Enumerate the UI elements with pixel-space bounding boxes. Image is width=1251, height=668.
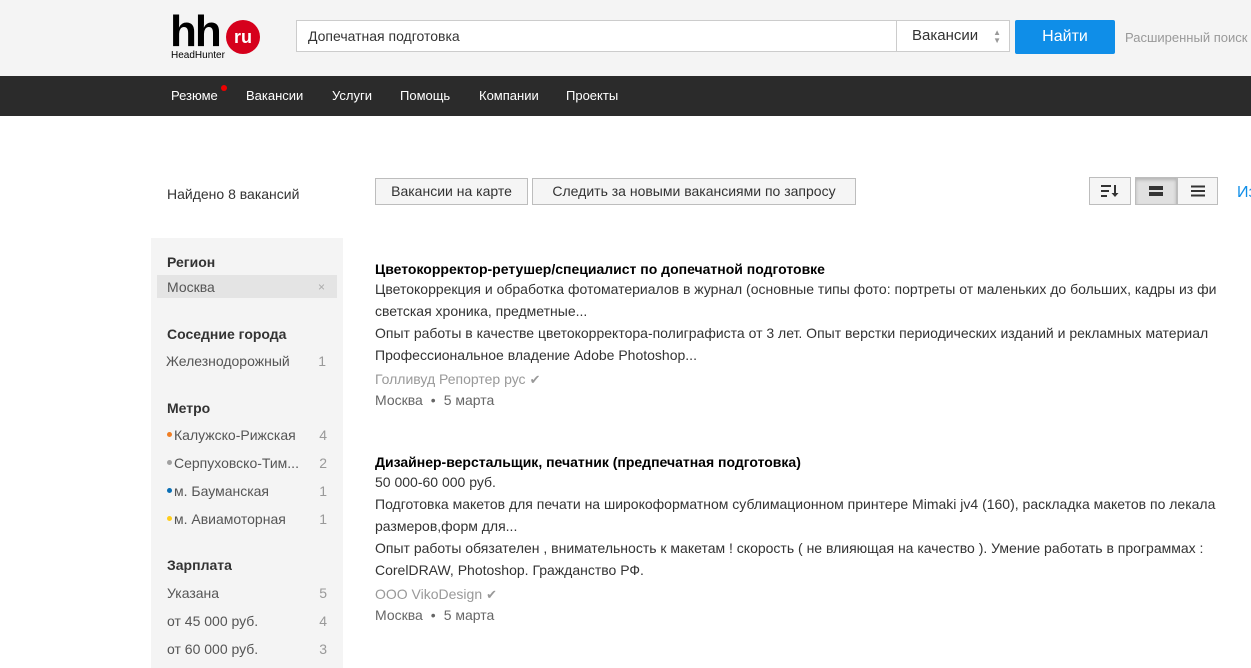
view-list-button[interactable] bbox=[1177, 177, 1218, 205]
filter-item[interactable]: Калужско-Рижская 4 bbox=[167, 426, 327, 444]
nav-item-services[interactable]: Услуги bbox=[332, 88, 372, 104]
filter-item-count: 1 bbox=[319, 511, 327, 527]
vacancy-snippet-line: Цветокоррекция и обработка фотоматериало… bbox=[375, 281, 1217, 297]
metro-line-dot-icon bbox=[167, 515, 172, 521]
logo-subtitle: HeadHunter bbox=[171, 50, 225, 61]
verified-check-icon: ✔ bbox=[529, 372, 541, 387]
vacancy-card: Цветокорректор-ретушер/специалист по доп… bbox=[375, 260, 1251, 409]
filter-item-label: Железнодорожный bbox=[166, 353, 290, 369]
filter-item-count: 5 bbox=[319, 585, 327, 601]
vacancy-card: Дизайнер-верстальщик, печатник (предпеча… bbox=[375, 453, 1251, 624]
metro-line-dot-icon bbox=[167, 459, 172, 465]
company-link[interactable]: ООО VikoDesign bbox=[375, 586, 482, 602]
filter-item-count: 4 bbox=[319, 427, 327, 443]
nav-item-vacancies[interactable]: Вакансии bbox=[246, 88, 303, 104]
filter-title-metro: Метро bbox=[167, 400, 211, 416]
view-list-icon bbox=[1190, 185, 1205, 197]
filter-item[interactable]: Указана 5 bbox=[167, 584, 327, 602]
search-type-select[interactable]: Вакансии ▲ ▼ bbox=[897, 20, 1010, 52]
vacancy-title[interactable]: Цветокорректор-ретушер/специалист по доп… bbox=[375, 260, 1251, 278]
filter-item[interactable]: Железнодорожный 1 bbox=[166, 352, 326, 370]
search-input[interactable]: Допечатная подготовка bbox=[296, 20, 897, 52]
notification-dot-icon bbox=[221, 85, 227, 91]
nav-item-help[interactable]: Помощь bbox=[400, 88, 450, 104]
top-bar: hh ru HeadHunter Допечатная подготовка В… bbox=[0, 0, 1251, 76]
filter-title-salary: Зарплата bbox=[167, 557, 232, 573]
filter-item-label: м. Бауманская bbox=[174, 483, 270, 499]
selected-region-label: Москва bbox=[167, 279, 215, 295]
meta-separator: • bbox=[430, 392, 436, 408]
vacancy-company: Голливуд Репортер рус ✔ bbox=[375, 370, 1251, 389]
logo-hh-text: hh bbox=[170, 7, 222, 56]
filter-item-label: от 60 000 руб. bbox=[167, 641, 259, 657]
nav-item-companies[interactable]: Компании bbox=[479, 88, 539, 104]
remove-icon[interactable]: × bbox=[318, 278, 325, 296]
meta-separator: • bbox=[430, 607, 436, 623]
vacancy-title[interactable]: Дизайнер-верстальщик, печатник (предпеча… bbox=[375, 453, 1251, 471]
vacancy-date: 5 марта bbox=[443, 392, 495, 408]
results-count: Найдено 8 вакансий bbox=[167, 186, 300, 202]
vacancy-meta: Москва • 5 марта bbox=[375, 391, 1251, 409]
vacancy-snippet-line: размеров,форм для... bbox=[375, 518, 518, 534]
nav-item-projects[interactable]: Проекты bbox=[566, 88, 618, 104]
vacancy-snippet-line: Опыт работы в качестве цветокорректора-п… bbox=[375, 325, 1209, 341]
vacancy-snippet-line: Профессиональное владение Adobe Photosho… bbox=[375, 347, 697, 363]
filter-item[interactable]: от 60 000 руб. 3 bbox=[167, 640, 327, 658]
search-type-value: Вакансии bbox=[912, 27, 979, 44]
select-arrows-icon: ▲ ▼ bbox=[993, 28, 1001, 45]
vacancy-company: ООО VikoDesign ✔ bbox=[375, 585, 1251, 604]
vacancy-snippet-line: Опыт работы обязателен , внимательность … bbox=[375, 540, 1204, 556]
vacancy-meta: Москва • 5 марта bbox=[375, 606, 1251, 624]
vacancy-snippet-line: светская хроника, предметные... bbox=[375, 303, 588, 319]
edge-link[interactable]: Из bbox=[1237, 184, 1251, 202]
selected-region[interactable]: Москва × bbox=[157, 275, 337, 298]
vacancy-city: Москва bbox=[375, 607, 423, 623]
metro-line-dot-icon bbox=[167, 431, 172, 437]
vacancy-city: Москва bbox=[375, 392, 423, 408]
headhunter-logo[interactable]: hh ru HeadHunter bbox=[170, 7, 265, 64]
vacancy-salary: 50 000-60 000 руб. bbox=[375, 474, 496, 490]
filter-item-count: 1 bbox=[318, 353, 326, 369]
vacancy-snippet-line: Подготовка макетов для печати на широкоф… bbox=[375, 496, 1216, 512]
filter-item-count: 2 bbox=[319, 455, 327, 471]
verified-check-icon: ✔ bbox=[486, 587, 498, 602]
sort-button[interactable] bbox=[1089, 177, 1131, 205]
company-link[interactable]: Голливуд Репортер рус bbox=[375, 371, 526, 387]
filter-item-count: 3 bbox=[319, 641, 327, 657]
filter-item-label: Серпуховско-Тим... bbox=[174, 455, 299, 471]
filter-item[interactable]: Серпуховско-Тим... 2 bbox=[167, 454, 327, 472]
filter-title-neighbors: Соседние города bbox=[167, 326, 287, 342]
logo-ru-badge: ru bbox=[226, 20, 260, 54]
view-full-button[interactable] bbox=[1135, 177, 1177, 205]
nav-item-resume[interactable]: Резюме bbox=[171, 88, 218, 104]
filter-item-label: Калужско-Рижская bbox=[174, 427, 296, 443]
filter-item-label: от 45 000 руб. bbox=[167, 613, 259, 629]
advanced-search-link[interactable]: Расширенный поиск bbox=[1125, 30, 1247, 46]
filter-item[interactable]: от 45 000 руб. 4 bbox=[167, 612, 327, 630]
filters-sidebar: Регион Москва × Соседние города Железнод… bbox=[151, 238, 343, 668]
metro-line-dot-icon bbox=[167, 487, 172, 493]
vacancies-on-map-button[interactable]: Вакансии на карте bbox=[375, 178, 528, 205]
filter-item-count: 4 bbox=[319, 613, 327, 629]
filter-item-label: Указана bbox=[167, 585, 220, 601]
follow-new-vacancies-button[interactable]: Следить за новыми вакансиями по запросу bbox=[532, 178, 856, 205]
sort-icon bbox=[1101, 185, 1119, 197]
find-button[interactable]: Найти bbox=[1015, 20, 1115, 54]
filter-item-label: м. Авиамоторная bbox=[174, 511, 286, 527]
view-cards-icon bbox=[1149, 186, 1163, 196]
filter-title-region: Регион bbox=[167, 254, 216, 270]
vacancy-date: 5 марта bbox=[443, 607, 495, 623]
filter-item[interactable]: м. Авиамоторная 1 bbox=[167, 510, 327, 528]
filter-item[interactable]: м. Бауманская 1 bbox=[167, 482, 327, 500]
vacancy-snippet-line: CorelDRAW, Photoshop. Гражданство РФ. bbox=[375, 562, 644, 578]
main-nav: Резюме Вакансии Услуги Помощь Компании П… bbox=[0, 76, 1251, 116]
filter-item-count: 1 bbox=[319, 483, 327, 499]
